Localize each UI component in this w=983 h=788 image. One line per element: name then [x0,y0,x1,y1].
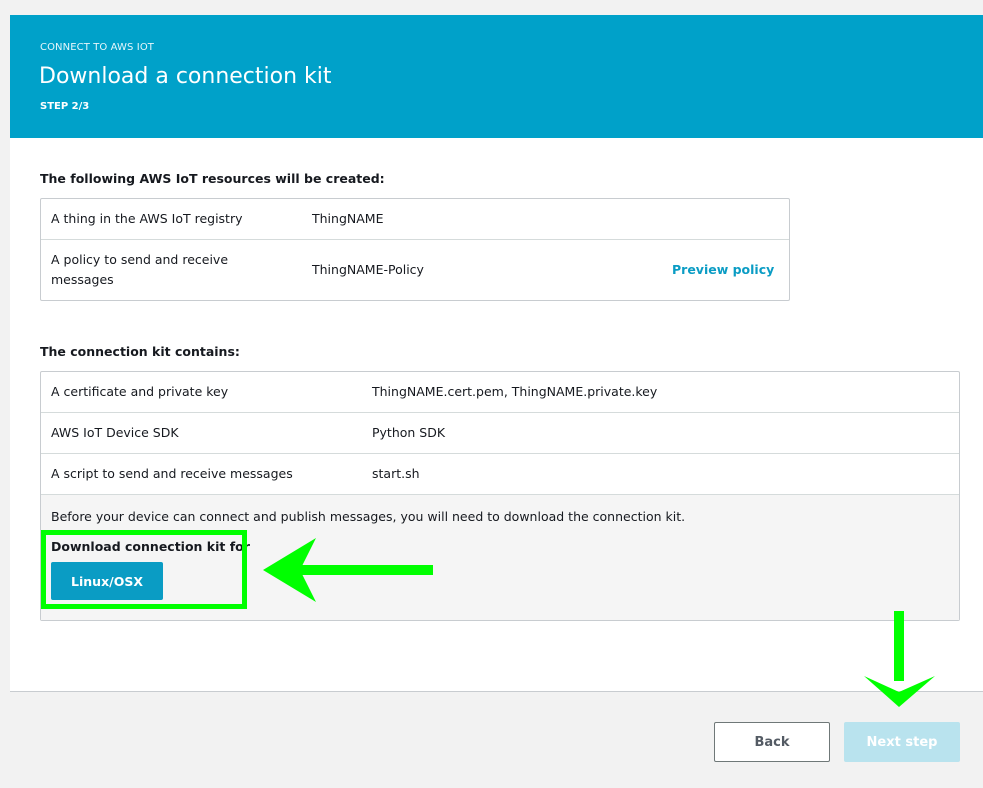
resource-value: ThingNAME-Policy [312,262,424,277]
kit-value: start.sh [372,466,420,481]
table-row: A script to send and receive messages st… [41,454,959,495]
wizard-header: CONNECT TO AWS IOT Download a connection… [10,15,983,138]
download-linux-osx-button[interactable]: Linux/OSX [51,562,163,600]
kit-label: A script to send and receive messages [51,466,293,481]
download-label: Download connection kit for [51,539,250,554]
wizard-footer: Back Next step [10,692,983,788]
table-row: A thing in the AWS IoT registry ThingNAM… [41,199,789,240]
resource-label: A thing in the AWS IoT registry [51,211,243,226]
resources-heading: The following AWS IoT resources will be … [40,171,385,186]
kit-label: AWS IoT Device SDK [51,425,179,440]
kit-value: ThingNAME.cert.pem, ThingNAME.private.ke… [372,384,658,399]
resource-value: ThingNAME [312,211,384,226]
download-panel: Before your device can connect and publi… [41,495,959,620]
table-row: A certificate and private key ThingNAME.… [41,372,959,413]
back-button[interactable]: Back [714,722,830,762]
kit-value: Python SDK [372,425,446,440]
kit-label: A certificate and private key [51,384,229,399]
table-row: AWS IoT Device SDK Python SDK [41,413,959,454]
resource-label: A policy to send and receive messages [51,252,229,287]
page-title: Download a connection kit [39,64,332,89]
download-note: Before your device can connect and publi… [51,509,686,524]
step-indicator: STEP 2/3 [40,101,90,112]
table-row: A policy to send and receive messages Th… [41,240,789,300]
resources-table: A thing in the AWS IoT registry ThingNAM… [40,198,790,301]
preview-policy-link[interactable]: Preview policy [672,262,774,277]
wizard-card: CONNECT TO AWS IOT Download a connection… [10,15,983,788]
header-eyebrow: CONNECT TO AWS IOT [40,42,154,53]
kit-table: A certificate and private key ThingNAME.… [40,371,960,621]
kit-heading: The connection kit contains: [40,344,240,359]
next-step-button[interactable]: Next step [844,722,960,762]
